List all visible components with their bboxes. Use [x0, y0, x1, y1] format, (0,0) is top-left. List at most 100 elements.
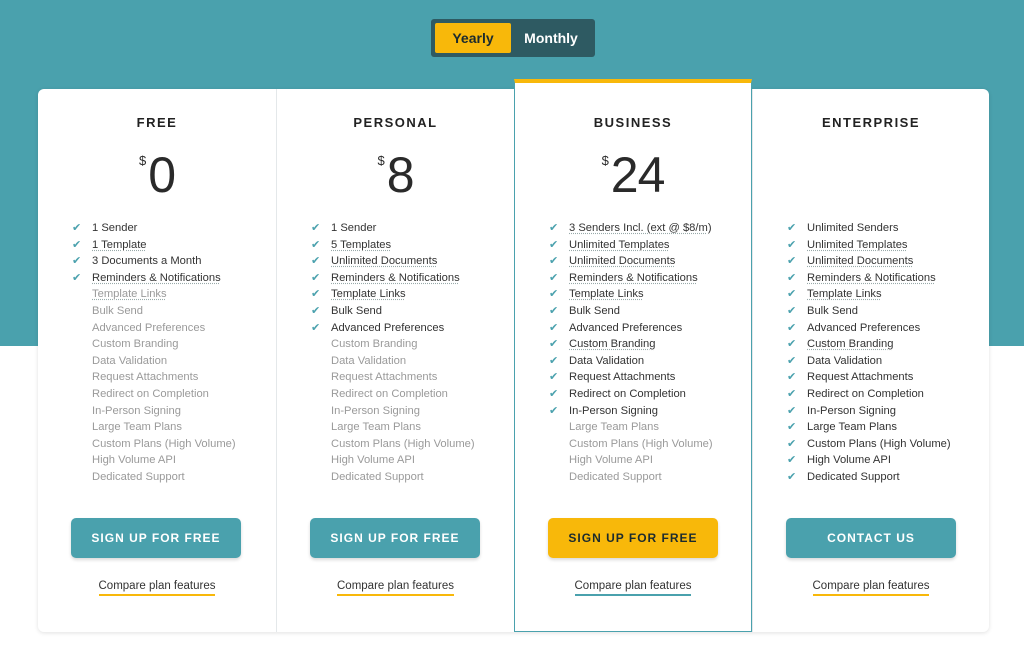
check-icon: ✔: [787, 271, 797, 284]
feature-label: Bulk Send: [92, 304, 143, 317]
feature-item: ✔ Unlimited Documents: [311, 253, 504, 270]
feature-item: ✔ Request Attachments: [549, 369, 741, 386]
feature-label: Redirect on Completion: [807, 387, 924, 400]
feature-label: Dedicated Support: [92, 470, 185, 483]
plan-name: ENTERPRISE: [821, 115, 921, 130]
feature-label: In-Person Signing: [807, 404, 896, 417]
feature-item: Advanced Preferences: [72, 320, 266, 337]
check-icon: ✔: [549, 371, 559, 384]
feature-item: Redirect on Completion: [72, 386, 266, 403]
sign-up-button[interactable]: SIGN UP FOR FREE: [548, 518, 718, 558]
feature-item: Data Validation: [72, 353, 266, 370]
feature-item: Dedicated Support: [72, 469, 266, 486]
feature-item: ✔ 3 Documents a Month: [72, 253, 266, 270]
check-icon: ✔: [787, 470, 797, 483]
feature-label: Advanced Preferences: [569, 321, 683, 334]
feature-item: ✔ Bulk Send: [549, 303, 741, 320]
toggle-monthly[interactable]: Monthly: [511, 23, 591, 53]
feature-label: Large Team Plans: [92, 421, 182, 434]
feature-item: ✔ Unlimited Documents: [787, 253, 979, 270]
feature-label: In-Person Signing: [92, 404, 181, 417]
check-icon: ✔: [787, 437, 797, 450]
toggle-yearly[interactable]: Yearly: [435, 23, 511, 53]
check-icon: ✔: [72, 222, 82, 234]
feature-label: Large Team Plans: [569, 421, 659, 434]
feature-item: Template Links: [72, 286, 266, 303]
feature-label: Unlimited Documents: [807, 255, 914, 268]
feature-item: Large Team Plans: [311, 419, 504, 436]
feature-label: Reminders & Notifications: [92, 271, 221, 284]
feature-item: High Volume API: [72, 452, 266, 469]
feature-label: 5 Templates: [331, 238, 392, 251]
feature-item: ✔ Template Links: [549, 286, 741, 303]
feature-item: Custom Plans (High Volume): [72, 436, 266, 453]
feature-label: Bulk Send: [331, 304, 382, 317]
feature-label: Template Links: [569, 288, 644, 301]
check-icon: ✔: [549, 238, 559, 251]
feature-label: Bulk Send: [569, 304, 620, 317]
compare-features-link[interactable]: Compare plan features: [98, 580, 216, 596]
price-amount: 24: [610, 147, 666, 203]
feature-item: ✔ Template Links: [787, 286, 979, 303]
compare-features-container: Compare plan features: [38, 580, 276, 596]
check-icon: ✔: [787, 222, 797, 234]
price-amount: 8: [386, 147, 415, 203]
feature-label: Template Links: [807, 288, 882, 301]
feature-label: Request Attachments: [92, 371, 199, 384]
sign-up-button[interactable]: SIGN UP FOR FREE: [71, 518, 241, 558]
plan-name: PERSONAL: [353, 115, 438, 130]
check-icon: ✔: [311, 321, 321, 334]
compare-features-link[interactable]: Compare plan features: [574, 580, 692, 596]
contact-us-button[interactable]: CONTACT US: [786, 518, 956, 558]
feature-item: High Volume API: [549, 452, 741, 469]
feature-item: ✔ Unlimited Templates: [787, 237, 979, 254]
check-icon: ✔: [311, 222, 321, 234]
feature-item: Large Team Plans: [72, 419, 266, 436]
feature-item: In-Person Signing: [72, 403, 266, 420]
feature-item: Custom Branding: [72, 336, 266, 353]
feature-item: ✔ 1 Sender: [72, 220, 266, 237]
plan-name: BUSINESS: [593, 115, 673, 130]
feature-item: Bulk Send: [72, 303, 266, 320]
feature-item: ✔ Unlimited Documents: [549, 253, 741, 270]
compare-features-link[interactable]: Compare plan features: [337, 580, 454, 596]
feature-item: ✔ Data Validation: [787, 353, 979, 370]
currency-symbol: $: [138, 153, 147, 168]
feature-label: Advanced Preferences: [807, 321, 921, 334]
compare-features-container: Compare plan features: [277, 580, 514, 596]
feature-list: ✔ Unlimited Senders ✔ Unlimited Templates ✔ U…: [787, 220, 979, 486]
check-icon: ✔: [787, 354, 797, 367]
feature-item: Dedicated Support: [549, 469, 741, 486]
feature-list: ✔ 1 Sender ✔ 1 Template ✔ 3 Documents a Month…: [72, 220, 266, 486]
feature-label: Reminders & Notifications: [569, 271, 698, 284]
compare-features-container: Compare plan features: [515, 580, 751, 596]
feature-label: High Volume API: [807, 454, 891, 467]
feature-item: ✔ Data Validation: [549, 353, 741, 370]
feature-item: ✔ In-Person Signing: [549, 403, 741, 420]
feature-item: High Volume API: [311, 452, 504, 469]
feature-label: Data Validation: [569, 354, 645, 367]
feature-item: In-Person Signing: [311, 403, 504, 420]
check-icon: ✔: [787, 288, 797, 301]
feature-item: ✔ Large Team Plans: [787, 419, 979, 436]
feature-label: Custom Plans (High Volume): [569, 437, 713, 450]
check-icon: ✔: [549, 321, 559, 334]
feature-item: ✔ Reminders & Notifications: [549, 270, 741, 287]
feature-item: Large Team Plans: [549, 419, 741, 436]
compare-features-link[interactable]: Compare plan features: [812, 580, 930, 596]
feature-label: Unlimited Templates: [807, 238, 908, 251]
feature-label: Custom Branding: [92, 338, 179, 351]
check-icon: ✔: [549, 288, 559, 301]
sign-up-button[interactable]: SIGN UP FOR FREE: [310, 518, 480, 558]
feature-label: Unlimited Documents: [569, 255, 676, 268]
feature-label: Custom Plans (High Volume): [331, 437, 475, 450]
feature-label: In-Person Signing: [331, 404, 420, 417]
plan-card-free: FREE $0 ✔ 1 Sender ✔ 1 Template ✔ 3 Documents a…: [38, 89, 276, 632]
feature-label: Request Attachments: [807, 371, 914, 384]
feature-item: Custom Plans (High Volume): [311, 436, 504, 453]
check-icon: ✔: [549, 255, 559, 268]
feature-label: Dedicated Support: [807, 470, 900, 483]
feature-item: ✔ Advanced Preferences: [787, 320, 979, 337]
plan-price: $8: [277, 147, 514, 203]
check-icon: ✔: [72, 255, 82, 268]
